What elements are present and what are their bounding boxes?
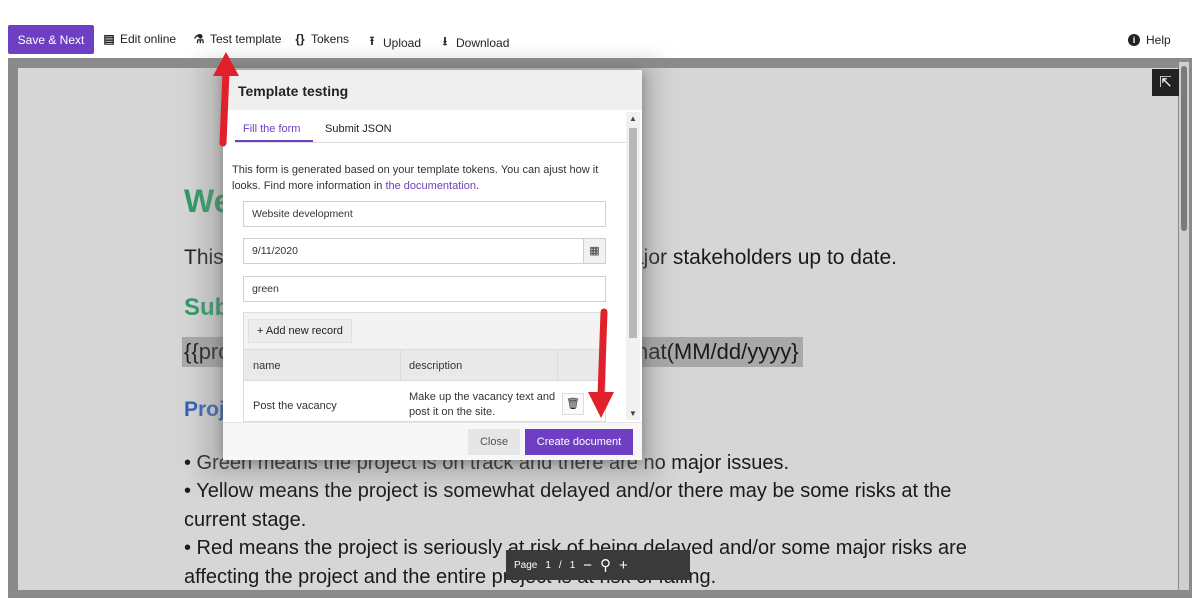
tokens-button[interactable]: {} Tokens <box>294 32 349 46</box>
row-description-line1[interactable]: Make up the vacancy text and <box>409 391 555 403</box>
flask-icon: ⚗ <box>193 32 205 46</box>
modal-tabs: Fill the form Submit JSON <box>235 115 628 143</box>
current-page[interactable]: 1 <box>545 560 551 571</box>
page-label: Page <box>514 559 538 571</box>
column-header-name: name <box>253 360 281 372</box>
column-header-description: description <box>409 360 463 372</box>
download-button[interactable]: ⭳ Download <box>439 32 509 53</box>
toolbar: Save & Next ▤ Edit online ⚗ Test templat… <box>0 0 1200 58</box>
viewer-scrollbar[interactable] <box>1179 62 1189 590</box>
status-field[interactable]: green <box>243 276 606 302</box>
date-value: 9/11/2020 <box>252 245 298 257</box>
document-icon: ▤ <box>103 32 115 46</box>
modal-scrollbar[interactable]: ▲ ▼ <box>626 112 640 420</box>
trash-icon[interactable]: 🗑 <box>562 393 584 415</box>
scroll-up-icon[interactable]: ▲ <box>626 114 640 123</box>
modal-header: Template testing <box>223 70 642 110</box>
search-icon[interactable]: ⚲ <box>600 556 611 574</box>
bullet-line: • Yellow means the project is somewhat d… <box>184 480 952 502</box>
date-field[interactable]: 9/11/2020 ▦ <box>243 238 606 264</box>
close-button[interactable]: Close <box>468 429 520 455</box>
viewer-scrollbar-thumb[interactable] <box>1181 66 1187 231</box>
tab-fill-the-form[interactable]: Fill the form <box>243 123 300 135</box>
page-separator: / <box>558 559 562 571</box>
active-tab-indicator <box>235 140 313 142</box>
table-row: Post the vacancy Make up the vacancy tex… <box>244 380 605 421</box>
create-document-button[interactable]: Create document <box>525 429 633 455</box>
page-navigation-bar: Page 1 / 1 − ⚲ + <box>506 550 690 580</box>
total-pages: 1 <box>569 559 576 571</box>
document-paragraph-right: ajor stakeholders up to date. <box>632 246 898 269</box>
info-icon: i <box>1128 34 1140 46</box>
scroll-down-icon[interactable]: ▼ <box>626 409 640 418</box>
row-name[interactable]: Post the vacancy <box>253 400 337 412</box>
tokens-label: Tokens <box>311 32 350 46</box>
test-template-label: Test template <box>210 32 282 46</box>
test-template-button[interactable]: ⚗ Test template <box>193 32 282 46</box>
modal-scrollbar-thumb[interactable] <box>629 128 637 338</box>
upload-button[interactable]: ⭱ Upload <box>366 32 421 53</box>
tab-submit-json[interactable]: Submit JSON <box>325 123 392 135</box>
help-button[interactable]: i Help <box>1128 33 1171 47</box>
bullet-line: current stage. <box>184 509 307 531</box>
modal-title: Template testing <box>238 83 349 99</box>
add-new-record-button[interactable]: + Add new record <box>248 319 352 343</box>
zoom-out-icon[interactable]: − <box>583 557 592 574</box>
form-description: This form is generated based on your tem… <box>232 162 617 194</box>
save-next-button[interactable]: Save & Next <box>8 25 94 54</box>
modal-footer: Close Create document <box>223 422 642 460</box>
edit-online-button[interactable]: ▤ Edit online <box>103 32 176 46</box>
download-label: Download <box>456 35 510 50</box>
external-link-icon[interactable]: ⇱ <box>1152 69 1179 96</box>
project-name-field[interactable]: Website development <box>243 201 606 227</box>
zoom-in-icon[interactable]: + <box>619 557 628 574</box>
records-table: + Add new record name description Post t… <box>243 312 606 422</box>
upload-icon: ⭱ <box>369 34 375 48</box>
description-end: . <box>475 180 480 192</box>
calendar-icon[interactable]: ▦ <box>583 239 605 263</box>
documentation-link[interactable]: the documentation <box>385 180 476 192</box>
table-header: name description <box>244 349 605 380</box>
braces-icon: {} <box>295 32 305 46</box>
template-testing-dialog: Template testing Fill the form Submit JS… <box>223 70 642 460</box>
help-label: Help <box>1146 33 1171 47</box>
edit-online-label: Edit online <box>120 32 177 46</box>
download-icon: ⭳ <box>442 34 448 48</box>
upload-label: Upload <box>383 35 422 50</box>
row-description-line2[interactable]: post it on the site. <box>409 406 495 418</box>
